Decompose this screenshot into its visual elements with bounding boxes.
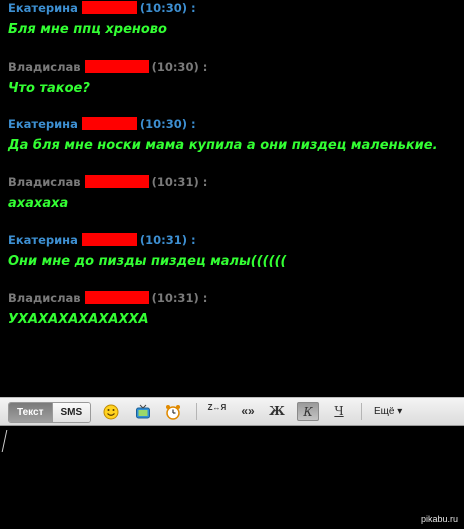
more-menu-button[interactable]: Ещё ▾ <box>374 402 402 421</box>
redaction-bar <box>81 1 137 14</box>
redaction-bar <box>81 117 137 130</box>
tab-text[interactable]: Текст <box>9 403 52 422</box>
message-header: Владислав (10:30) : <box>8 60 458 74</box>
mode-switch: Текст SMS <box>8 402 92 423</box>
message-header: Владислав (10:31) : <box>8 175 458 189</box>
message-time: (10:31) : <box>151 291 208 305</box>
author-name: Владислав <box>8 175 81 189</box>
toolbar-divider <box>196 403 197 420</box>
tab-sms[interactable]: SMS <box>51 403 91 422</box>
message-time: (10:30) : <box>151 60 208 74</box>
tv-icon[interactable] <box>132 402 154 421</box>
message-text: Что такое? <box>8 81 90 96</box>
author-name: Владислав <box>8 60 81 74</box>
message: Владислав (10:30) : Что такое? <box>8 60 458 97</box>
message: Екатерина (10:31) : Они мне до пизды пизд… <box>8 233 458 270</box>
author-name: Екатерина <box>8 233 78 247</box>
message-time: (10:30) : <box>139 1 196 15</box>
message: Екатерина (10:30) : Бля мне ппц хреново <box>8 1 458 38</box>
message-header: Екатерина (10:30) : <box>8 117 458 131</box>
watermark: pikabu.ru <box>420 514 458 524</box>
underline-button[interactable]: Ч <box>328 402 350 421</box>
message-header: Екатерина (10:31) : <box>8 233 458 247</box>
message-time: (10:30) : <box>139 117 196 131</box>
message: Владислав (10:31) : ахахаха <box>8 175 458 212</box>
message-text: Бля мне ппц хреново <box>8 22 167 37</box>
redaction-bar <box>81 233 137 246</box>
message: Екатерина (10:30) : Да бля мне носки мама… <box>8 117 458 154</box>
message-time: (10:31) : <box>139 233 196 247</box>
smiley-icon[interactable] <box>100 402 122 421</box>
redaction-bar <box>84 60 149 73</box>
message-text: ахахаха <box>8 196 69 211</box>
italic-button[interactable]: К <box>297 402 319 421</box>
toolbar-divider <box>361 403 362 420</box>
compose-toolbar: Текст SMS Z↔Я «» Ж К Ч Ещё ▾ <box>0 397 464 426</box>
bold-button[interactable]: Ж <box>266 402 288 421</box>
quote-button[interactable]: «» <box>236 402 260 421</box>
text-caret <box>1 430 8 452</box>
author-name: Екатерина <box>8 117 78 131</box>
message-text: Да бля мне носки мама купила а они пизде… <box>8 138 438 153</box>
redaction-bar <box>84 175 149 188</box>
message-time: (10:31) : <box>151 175 208 189</box>
message-header: Владислав (10:31) : <box>8 291 458 305</box>
author-name: Владислав <box>8 291 81 305</box>
message-input[interactable]: pikabu.ru <box>0 426 464 529</box>
message-text: Они мне до пизды пиздец малы(((((( <box>8 254 287 269</box>
chat-history[interactable]: Екатерина (10:30) : Бля мне ппц хреново В… <box>0 0 464 397</box>
alarm-icon[interactable] <box>162 402 184 421</box>
author-name: Екатерина <box>8 1 78 15</box>
message-text: УХАХАХАХАХАХХА <box>8 312 149 327</box>
redaction-bar <box>84 291 149 304</box>
message-header: Екатерина (10:30) : <box>8 1 458 15</box>
message: Владислав (10:31) : УХАХАХАХАХАХХА <box>8 291 458 328</box>
translit-button[interactable]: Z↔Я <box>206 402 228 421</box>
